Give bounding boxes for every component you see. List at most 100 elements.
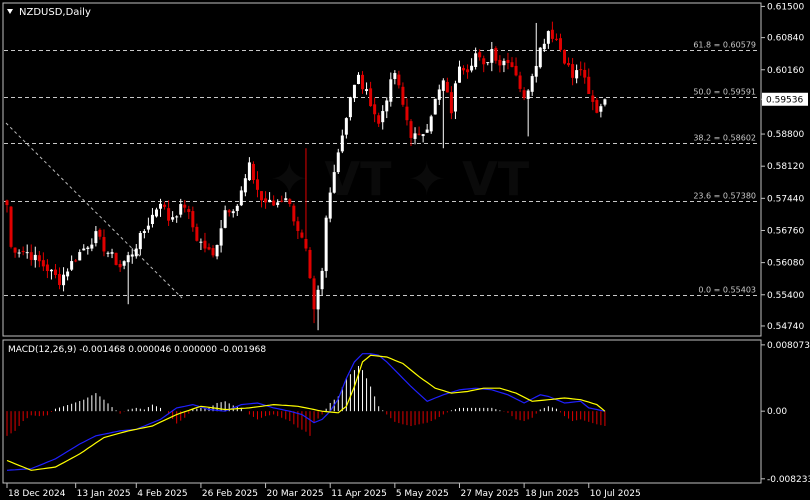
candle-body	[142, 231, 146, 234]
candle-body	[41, 260, 45, 267]
candle-body	[401, 86, 405, 105]
candle-body	[146, 225, 150, 230]
fib-label-1: 50.0 = 0.59591	[693, 88, 756, 97]
candle-body	[255, 179, 259, 190]
candle-body	[231, 211, 235, 214]
candle-body	[288, 199, 292, 205]
candle-body	[304, 238, 308, 249]
candle-body	[514, 65, 518, 76]
price-tick-label: 0.54740	[767, 322, 804, 332]
candle-body	[421, 134, 425, 137]
candle-body	[102, 237, 106, 252]
candle-body	[78, 252, 82, 261]
candle-body	[211, 248, 215, 256]
macd-label: MACD(12,26,9) -0.001468 0.000046 0.00000…	[8, 345, 266, 355]
candle-body	[150, 214, 154, 225]
price-tick-label: 0.61500	[767, 2, 804, 12]
candle-body	[413, 133, 417, 139]
candle-body	[336, 152, 340, 173]
candle-body	[239, 190, 243, 206]
candle-body	[546, 31, 550, 44]
candle-body	[595, 100, 599, 113]
candle-body	[409, 121, 413, 138]
candle-body	[122, 261, 126, 266]
candle-body	[558, 38, 562, 50]
candle-body	[82, 248, 86, 251]
fib-label-2: 38.2 = 0.58602	[693, 134, 756, 143]
time-tick-label: 20 Mar 2025	[267, 489, 324, 499]
candle-body	[373, 104, 377, 115]
candle-body	[280, 200, 284, 202]
candle-body	[33, 254, 37, 261]
time-tick-label: 10 Jul 2025	[590, 489, 641, 499]
symbol-label: NZDUSD,Daily	[19, 7, 91, 18]
candle-body	[17, 252, 21, 254]
candle-body	[538, 47, 542, 68]
candle-body	[296, 221, 300, 231]
trading-chart[interactable]: ✦ VT ✦ VT 61.8 = 0.60579 50.0 = 0.59591 38…	[0, 0, 810, 500]
time-tick-label: 13 Jan 2025	[77, 489, 131, 499]
candle-body	[534, 65, 538, 77]
candle-body	[599, 106, 603, 112]
candle-body	[425, 129, 429, 133]
candle-body	[526, 90, 530, 99]
candle-body	[187, 209, 191, 212]
candle-body	[195, 226, 199, 241]
price-tick-label: 0.55400	[767, 291, 804, 301]
candle-body	[243, 178, 247, 193]
price-tick-label: 0.56080	[767, 259, 804, 269]
candle-body	[219, 228, 223, 246]
price-tick-label: 0.58800	[767, 130, 804, 140]
candle-body	[94, 231, 98, 244]
candle-body	[506, 59, 510, 63]
candle-body	[389, 79, 393, 102]
candle-body	[191, 211, 195, 228]
candle-body	[348, 97, 352, 118]
candle-body	[179, 204, 183, 215]
candle-body	[251, 163, 255, 180]
candle-body	[478, 52, 482, 58]
candle-body	[445, 81, 449, 93]
price-tick-label: 0.60840	[767, 34, 804, 44]
current-price-label: 0.59536	[766, 95, 803, 105]
time-tick-label: 11 Apr 2025	[331, 489, 387, 499]
candle-body	[175, 216, 179, 218]
candle-body	[587, 76, 591, 94]
candle-body	[134, 248, 138, 257]
candle-body	[300, 232, 304, 238]
candle-body	[377, 115, 381, 124]
candle-body	[554, 38, 558, 40]
candle-body	[223, 210, 227, 228]
candle-body	[344, 118, 348, 135]
candle-body	[114, 252, 118, 265]
candle-body	[457, 66, 461, 83]
candle-body	[260, 191, 264, 201]
candle-body	[365, 89, 369, 92]
candle-body	[352, 84, 356, 99]
candle-body	[462, 67, 466, 71]
candle-body	[510, 62, 514, 68]
candle-body	[542, 43, 546, 50]
candle-body	[45, 264, 49, 272]
candle-body	[417, 133, 421, 135]
candle-body	[13, 247, 17, 253]
candle-body	[312, 278, 316, 310]
candle-body	[207, 247, 211, 250]
candle-body	[340, 135, 344, 152]
price-tick-label: 0.58120	[767, 162, 804, 172]
candle-body	[21, 250, 25, 252]
candle-body	[530, 76, 534, 92]
fib-label-3: 23.6 = 0.57380	[693, 192, 756, 201]
candle-body	[453, 83, 457, 112]
candle-body	[98, 229, 102, 237]
candle-body	[583, 69, 587, 78]
time-tick-label: 18 Jun 2025	[525, 489, 579, 499]
candle-body	[272, 200, 276, 206]
candle-body	[130, 254, 134, 257]
candle-body	[49, 269, 53, 272]
candle-body	[381, 111, 385, 123]
candle-body	[126, 255, 130, 263]
candle-body	[449, 92, 453, 114]
price-tick-label: 0.60160	[767, 66, 804, 76]
candle-body	[486, 62, 490, 64]
